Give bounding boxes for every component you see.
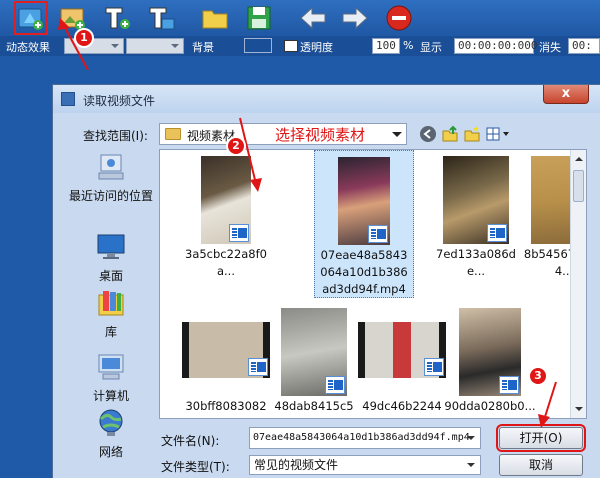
new-folder-icon[interactable] <box>463 125 481 143</box>
place-libraries[interactable]: 库 <box>63 287 159 340</box>
forward-arrow-icon[interactable] <box>340 3 370 33</box>
filename-input[interactable]: 07eae48a5843064a10d1b386ad3dd94f.mp4 <box>249 427 481 449</box>
place-label: 桌面 <box>98 269 123 283</box>
video-thumbnail <box>443 156 509 244</box>
file-name: 90dda0280b0... <box>444 399 536 413</box>
lookin-combo[interactable]: 视频素材 选择视频素材 <box>159 123 407 145</box>
file-tile[interactable]: 90dda0280b0... <box>440 302 540 418</box>
add-video-icon[interactable] <box>14 1 48 35</box>
place-computer[interactable]: 计算机 <box>63 351 159 404</box>
places-bar: 最近访问的位置 桌面 库 计算机 网络 <box>63 151 159 459</box>
file-name: 07eae48a5843064a10d1b386ad3dd94f.mp4 <box>320 248 408 296</box>
scroll-thumb[interactable] <box>573 170 584 202</box>
place-network[interactable]: 网络 <box>63 407 159 460</box>
dialog-title: 读取视频文件 <box>83 94 156 108</box>
place-label: 网络 <box>98 445 123 459</box>
effect-label: 动态效果 <box>6 41 50 54</box>
video-thumbnail <box>182 322 270 378</box>
file-list[interactable]: 3a5cbc22a8f0a... 07eae48a5843064a10d1b38… <box>159 149 587 419</box>
effect-sub-select[interactable] <box>126 38 184 54</box>
add-text-icon[interactable] <box>102 3 132 33</box>
video-thumbnail <box>338 157 390 245</box>
dialog-titlebar: 读取视频文件 x <box>53 85 600 113</box>
computer-icon <box>95 351 127 383</box>
libraries-icon <box>95 287 127 319</box>
step-badge: 1 <box>74 28 94 48</box>
vertical-scrollbar[interactable] <box>570 150 586 418</box>
chevron-down-icon[interactable] <box>467 436 475 444</box>
open-button[interactable]: 打开(O) <box>496 424 586 452</box>
chevron-down-icon <box>392 132 402 142</box>
dialog-app-icon <box>61 92 75 106</box>
transparency-input[interactable]: 100 <box>372 38 400 54</box>
file-name: 7ed133a086de... <box>436 247 516 278</box>
show-label: 显示 <box>420 41 442 54</box>
file-name: 30bff80830826... <box>185 399 267 418</box>
percent-label: % <box>403 39 414 52</box>
video-file-icon <box>325 376 345 394</box>
file-tile[interactable]: 30bff80830826... <box>176 302 276 418</box>
up-folder-icon[interactable] <box>441 125 459 143</box>
video-thumbnail <box>281 308 347 396</box>
step-badge: 2 <box>226 136 246 156</box>
desktop-icon <box>95 231 127 263</box>
back-arrow-icon[interactable] <box>298 3 328 33</box>
close-button[interactable]: x <box>543 85 589 104</box>
video-thumbnail <box>459 308 521 396</box>
add-subtitle-icon[interactable] <box>146 3 176 33</box>
video-file-icon <box>229 224 249 242</box>
file-tile[interactable]: 48dab8415c55... <box>264 302 364 418</box>
place-desktop[interactable]: 桌面 <box>63 231 159 284</box>
save-icon[interactable] <box>244 3 274 33</box>
scroll-up-icon[interactable] <box>575 153 583 161</box>
open-file-dialog: 读取视频文件 x 查找范围(I): 视频素材 选择视频素材 最近访问的位置 桌面 <box>52 84 600 478</box>
video-file-icon <box>368 225 388 243</box>
place-label: 库 <box>104 325 117 339</box>
folder-icon <box>165 128 181 140</box>
video-file-icon <box>499 376 519 394</box>
eyedropper-icon[interactable] <box>284 40 298 52</box>
video-thumbnail <box>201 156 251 244</box>
back-nav-icon[interactable] <box>419 125 437 143</box>
video-file-icon <box>487 224 507 242</box>
hide-label: 消失 <box>539 41 561 54</box>
filetype-select[interactable]: 常见的视频文件 <box>249 455 481 475</box>
filetype-label: 文件类型(T): <box>161 460 230 474</box>
place-label: 最近访问的位置 <box>68 189 153 203</box>
view-menu-icon[interactable] <box>485 125 511 143</box>
step-badge: 3 <box>528 366 548 386</box>
stop-icon[interactable] <box>384 3 414 33</box>
file-name: 3a5cbc22a8f0a... <box>185 247 267 278</box>
place-label: 计算机 <box>92 389 129 403</box>
network-icon <box>95 407 127 439</box>
hide-time-input[interactable]: 00: <box>568 38 600 54</box>
transparency-label: 透明度 <box>300 41 333 54</box>
open-folder-icon[interactable] <box>200 3 230 33</box>
file-tile-selected[interactable]: 07eae48a5843064a10d1b386ad3dd94f.mp4 <box>314 150 414 298</box>
file-name: 49dc46b22448... <box>362 399 442 418</box>
lookin-label: 查找范围(I): <box>83 129 148 143</box>
cancel-button[interactable]: 取消 <box>499 454 583 476</box>
recent-places-icon <box>95 151 127 183</box>
place-recent[interactable]: 最近访问的位置 <box>63 151 159 204</box>
file-tile[interactable]: 7ed133a086de... <box>426 150 526 300</box>
show-time-input[interactable]: 00:00:00:000 <box>454 38 537 54</box>
background-label: 背景 <box>192 41 214 54</box>
file-name: 48dab8415c55... <box>274 399 354 418</box>
scroll-down-icon[interactable] <box>575 407 583 415</box>
filename-label: 文件名(N): <box>161 434 220 448</box>
background-color-swatch[interactable] <box>244 38 272 53</box>
annotation-hint: 选择视频素材 <box>275 126 366 144</box>
video-thumbnail <box>358 322 446 378</box>
file-tile[interactable]: 49dc46b22448... <box>352 302 452 418</box>
file-tile[interactable]: 3a5cbc22a8f0a... <box>176 150 276 300</box>
effect-select[interactable] <box>64 38 124 54</box>
